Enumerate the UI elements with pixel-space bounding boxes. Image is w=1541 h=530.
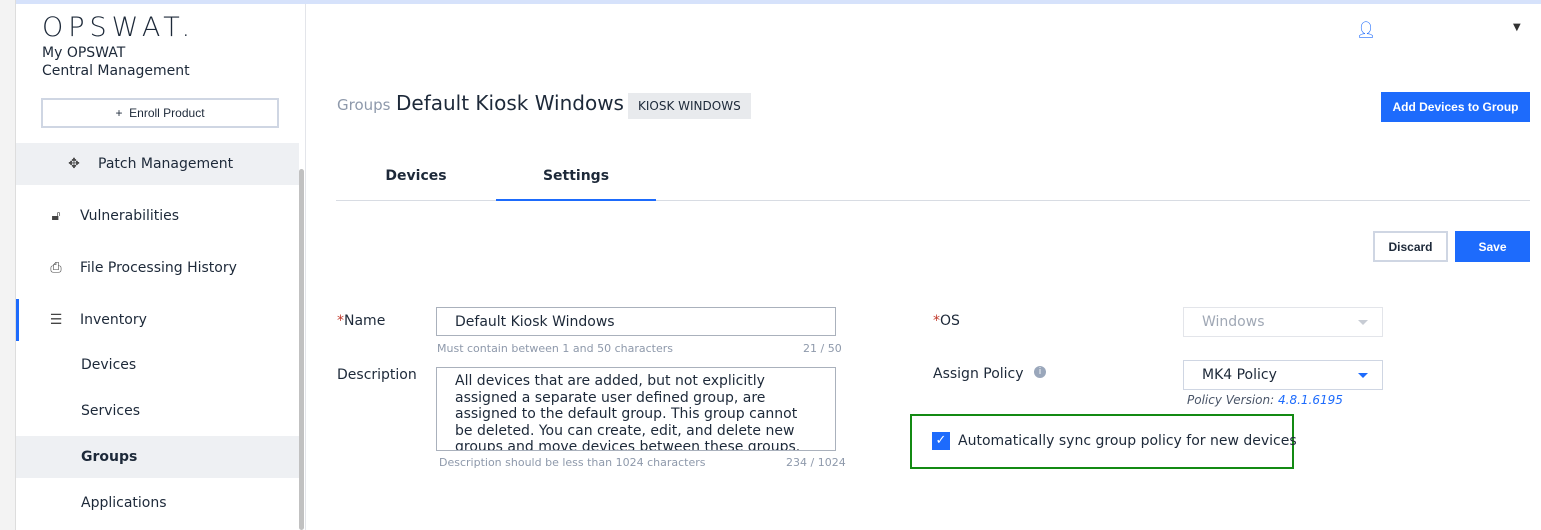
sidebar-subitem-groups[interactable]: Groups xyxy=(16,436,299,478)
add-devices-button[interactable]: Add Devices to Group xyxy=(1381,92,1530,122)
product-name: My OPSWAT Central Management xyxy=(42,44,190,80)
sync-policy-label[interactable]: Automatically sync group policy for new … xyxy=(958,433,1297,449)
save-button[interactable]: Save xyxy=(1455,231,1530,262)
subitem-label: Groups xyxy=(81,449,138,465)
sidebar-item-label: Vulnerabilities xyxy=(80,208,180,224)
list-icon: ☰ xyxy=(49,312,63,328)
os-select: Windows xyxy=(1183,307,1383,337)
policy-version-label: Policy Version: xyxy=(1187,393,1275,407)
sidebar-item-patch-management[interactable]: ✥ Patch Management xyxy=(16,143,299,185)
lock-icon: 🔓︎ xyxy=(51,208,61,224)
sidebar-scrollbar[interactable] xyxy=(299,169,304,530)
sidebar-item-label: File Processing History xyxy=(80,260,237,276)
os-label-text: OS xyxy=(940,313,960,329)
os-tag: KIOSK WINDOWS xyxy=(628,93,751,119)
os-label: *OS xyxy=(933,313,960,329)
plus-icon: + xyxy=(115,106,130,120)
product-line1: My OPSWAT xyxy=(42,45,126,61)
description-textarea[interactable]: All devices that are added, but not expl… xyxy=(436,367,836,451)
sidebar-item-inventory[interactable]: ☰ Inventory xyxy=(16,299,299,341)
chevron-down-icon[interactable]: ▼ xyxy=(1513,22,1521,33)
opswat-logo: OPSWAT. xyxy=(42,12,196,43)
subitem-label: Services xyxy=(81,403,141,419)
assign-policy-text: Assign Policy xyxy=(933,366,1024,382)
os-value: Windows xyxy=(1202,314,1265,330)
chevron-down-icon xyxy=(1358,373,1368,378)
chevron-down-icon xyxy=(1358,320,1368,325)
name-input[interactable] xyxy=(436,307,836,336)
page-title: Default Kiosk Windows xyxy=(396,91,624,115)
enroll-product-button[interactable]: + Enroll Product xyxy=(41,98,279,128)
sidebar-subitem-services[interactable]: Services xyxy=(16,390,299,432)
discard-button[interactable]: Discard xyxy=(1373,231,1448,262)
product-line2: Central Management xyxy=(42,63,190,79)
sync-policy-checkbox[interactable]: ✓ xyxy=(932,432,950,450)
puzzle-icon: ✥ xyxy=(68,156,80,172)
subitem-label: Applications xyxy=(81,495,167,511)
breadcrumb[interactable]: Groups xyxy=(337,96,390,114)
name-label-text: Name xyxy=(344,313,386,329)
info-icon[interactable]: i xyxy=(1034,366,1046,378)
policy-version-value[interactable]: 4.8.1.6195 xyxy=(1278,393,1343,407)
enroll-label: Enroll Product xyxy=(129,106,205,120)
name-count: 21 / 50 xyxy=(803,342,842,355)
name-label: *Name xyxy=(337,313,386,329)
sidebar-item-label: Inventory xyxy=(80,312,147,328)
name-hint: Must contain between 1 and 50 characters xyxy=(437,342,673,355)
user-icon[interactable]: 👤︎ xyxy=(1356,20,1376,39)
tab-settings[interactable]: Settings xyxy=(496,155,656,201)
sidebar-item-vulnerabilities[interactable]: 🔓︎ Vulnerabilities xyxy=(16,195,299,237)
assign-policy-label: Assign Policy i xyxy=(933,366,1046,382)
tab-bar: Devices Settings xyxy=(336,155,1530,201)
description-hint: Description should be less than 1024 cha… xyxy=(439,456,706,469)
description-count: 234 / 1024 xyxy=(786,456,846,469)
description-label: Description xyxy=(337,367,417,383)
printer-icon: ⎙ xyxy=(50,260,62,276)
tab-devices[interactable]: Devices xyxy=(336,155,496,201)
sidebar: OPSWAT. My OPSWAT Central Management + En… xyxy=(16,4,306,530)
sidebar-item-label: Patch Management xyxy=(98,156,234,172)
sidebar-subitem-applications[interactable]: Applications xyxy=(16,482,299,524)
policy-value: MK4 Policy xyxy=(1202,367,1277,383)
subitem-label: Devices xyxy=(81,357,137,373)
browser-edge xyxy=(0,0,16,530)
policy-select[interactable]: MK4 Policy xyxy=(1183,360,1383,390)
policy-version: Policy Version: 4.8.1.6195 xyxy=(1187,393,1343,407)
sidebar-item-file-processing-history[interactable]: ⎙ File Processing History xyxy=(16,247,299,289)
sidebar-subitem-devices[interactable]: Devices xyxy=(16,344,299,386)
